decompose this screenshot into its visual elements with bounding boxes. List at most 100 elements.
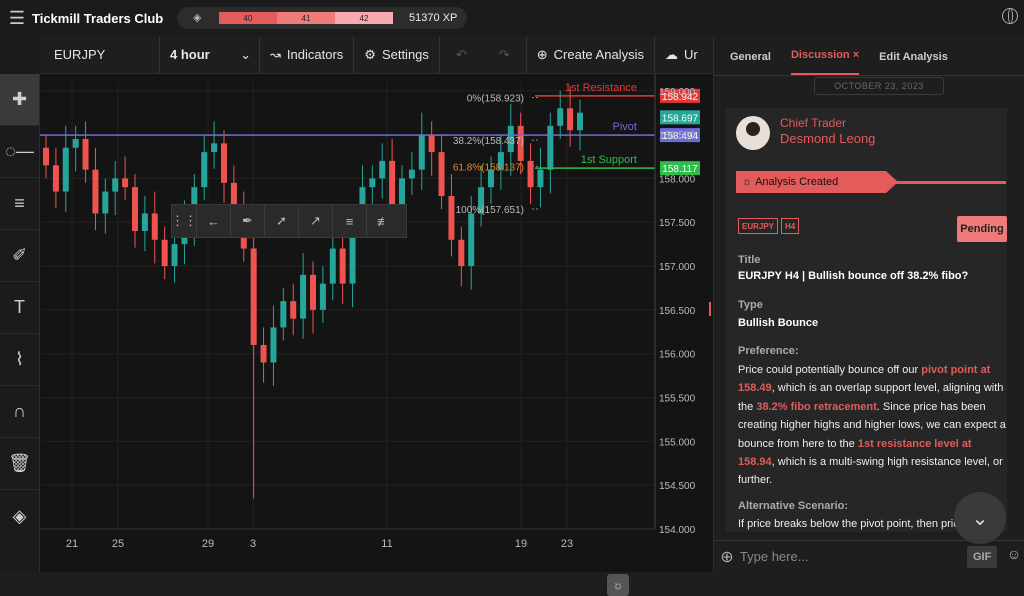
y-tick-label: 154.500 xyxy=(659,481,696,492)
level-current: 41 xyxy=(277,12,335,24)
y-tick-label: 155.500 xyxy=(659,394,696,405)
candle-body xyxy=(448,195,455,240)
candle-body xyxy=(290,301,297,319)
arrow-left-icon[interactable]: ← xyxy=(196,204,230,238)
tab-general[interactable]: General xyxy=(730,51,771,75)
candle-body xyxy=(62,147,69,192)
author-role: Chief Trader xyxy=(780,116,847,130)
close-icon[interactable]: × xyxy=(853,49,859,61)
candle-body xyxy=(547,125,554,170)
chart-canvas[interactable]: 1st Resistance158.942Pivot158.4941st Sup… xyxy=(40,74,713,572)
candle-body xyxy=(112,178,119,192)
candle-body xyxy=(171,244,178,267)
tab-discussion-label: Discussion xyxy=(790,49,850,61)
drag-handle-icon[interactable]: ⋮⋮ xyxy=(171,204,197,238)
title-label: Title xyxy=(738,254,761,266)
emoji-icon[interactable]: ☺ xyxy=(1003,546,1024,568)
analysis-panel: General Discussion × Edit Analysis OCTOB… xyxy=(713,36,1024,572)
candle-body xyxy=(339,248,346,284)
candle-body xyxy=(260,344,267,363)
candle-body xyxy=(141,213,148,231)
message-input[interactable] xyxy=(739,549,960,564)
y-tick-label: 157.000 xyxy=(659,262,696,273)
layers-edit-icon[interactable]: ≢ xyxy=(366,204,400,238)
layers-tool[interactable]: ◈ xyxy=(0,490,39,542)
pattern-tool[interactable]: ⌇ xyxy=(0,334,39,386)
type-label: Type xyxy=(738,299,763,311)
trend-line-tool[interactable]: ◌— xyxy=(0,126,39,178)
level-label: 1st Support xyxy=(581,154,637,166)
lightbulb-icon[interactable]: ☼ xyxy=(607,574,629,596)
settings-label: Settings xyxy=(381,47,429,62)
crosshair-tool[interactable]: ✚ xyxy=(0,74,39,126)
candle-body xyxy=(43,147,49,166)
candle-body xyxy=(52,165,59,192)
timeframe-label: 4 hour xyxy=(170,46,210,62)
pen-icon[interactable]: ✒ xyxy=(230,204,264,238)
lines-icon[interactable]: ≡ xyxy=(332,204,366,238)
candle-body xyxy=(468,213,475,267)
message-composer: ⊕ GIF ☺ xyxy=(714,540,1024,572)
status-flag: ☼ Analysis Created xyxy=(736,171,886,193)
brush-tool[interactable]: ✐ xyxy=(0,230,39,282)
pref-text-1: Price could potentially bounce off our xyxy=(738,364,922,376)
top-bar: ☰ Tickmill Traders Club ◈ 40 41 42 51370… xyxy=(0,0,1024,36)
timeframe-tag: H4 xyxy=(781,218,800,234)
upload-button[interactable]: ☁ Ur xyxy=(655,36,708,74)
x-tick-label: 23 xyxy=(561,538,573,550)
add-attachment-icon[interactable]: ⊕ xyxy=(714,547,740,567)
create-analysis-label: Create Analysis xyxy=(553,47,644,62)
level-label: 1st Resistance xyxy=(565,82,637,94)
undo-button[interactable]: ↶ xyxy=(440,36,483,74)
x-tick-label: 21 xyxy=(66,538,78,550)
y-tick-label: 157.500 xyxy=(659,218,696,229)
chevron-down-icon: ⌄ xyxy=(240,46,251,62)
delete-tool[interactable]: 🗑 xyxy=(0,438,39,490)
tab-edit-analysis[interactable]: Edit Analysis xyxy=(879,51,948,75)
scroll-down-button[interactable]: ⌄ xyxy=(954,492,1006,544)
lightbulb-icon: ☼ xyxy=(742,176,753,188)
status-badge: Pending xyxy=(957,216,1007,242)
menu-icon[interactable]: ☰ xyxy=(0,0,34,36)
y-tick-label: 156.000 xyxy=(659,350,696,361)
magnet-tool[interactable]: ∩ xyxy=(0,386,39,438)
candle-body xyxy=(82,138,89,170)
date-divider: OCTOBER 23, 2023 xyxy=(814,77,944,95)
gif-button[interactable]: GIF xyxy=(967,545,998,568)
candle-body xyxy=(102,191,109,214)
link-icon[interactable]: ↗ xyxy=(298,204,332,238)
flag-line xyxy=(896,181,1006,184)
preference-label: Preference: xyxy=(738,345,799,357)
line-icon[interactable]: ➚ xyxy=(264,204,298,238)
candle-body xyxy=(428,134,435,153)
timeframe-selector[interactable]: 4 hour ⌄ xyxy=(160,35,260,74)
candle-body xyxy=(537,169,544,188)
candle-body xyxy=(92,169,99,214)
redo-button[interactable]: ↷ xyxy=(483,35,527,74)
candle-body xyxy=(329,248,336,284)
brush-icon: ✐ xyxy=(11,245,28,265)
fib-tool[interactable]: ≡ xyxy=(0,178,39,230)
candle-body xyxy=(458,239,465,267)
author-name: Desmond Leong xyxy=(780,131,876,146)
globe-icon[interactable] xyxy=(1002,8,1018,24)
chart-toolbar: EURJPY 4 hour ⌄ ↝ Indicators ⚙ Settings … xyxy=(40,35,713,74)
x-tick-label: 3 xyxy=(250,538,256,550)
tab-discussion[interactable]: Discussion × xyxy=(790,49,860,75)
indicators-button[interactable]: ↝ Indicators xyxy=(260,35,355,74)
title-value: EURJPY H4 | Bullish bounce off 38.2% fib… xyxy=(738,270,969,282)
symbol-selector[interactable]: EURJPY xyxy=(40,35,160,74)
y-tick-label: 159.000 xyxy=(659,87,696,98)
create-analysis-button[interactable]: ⊕ Create Analysis xyxy=(527,35,655,74)
avatar xyxy=(736,116,770,150)
settings-button[interactable]: ⚙ Settings xyxy=(354,35,440,74)
drawing-float-toolbar: ⋮⋮ ← ✒ ➚ ↗ ≡ ≢ xyxy=(171,204,407,238)
candle-body xyxy=(567,108,574,131)
candle-body xyxy=(300,274,307,319)
price-chart[interactable]: 1st Resistance 158.942 Pivot 158.494 1st Sup… xyxy=(40,74,713,596)
candle-body xyxy=(132,187,138,231)
x-tick-label: 25 xyxy=(112,538,124,550)
fib-label: 100%(157.651) xyxy=(456,205,524,216)
alt-scenario-label: Alternative Scenario: xyxy=(738,500,849,512)
text-tool[interactable]: T xyxy=(0,282,39,334)
